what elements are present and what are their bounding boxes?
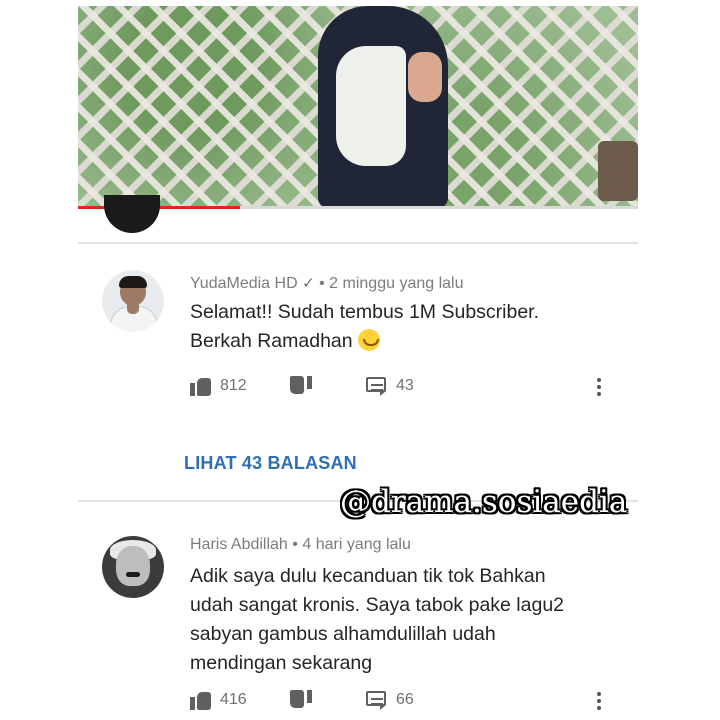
dislike-button[interactable] bbox=[290, 376, 312, 396]
person-clothing bbox=[336, 46, 406, 166]
comment-avatar-yudamedia[interactable] bbox=[102, 270, 164, 332]
channel-avatar[interactable] bbox=[104, 195, 160, 233]
meta-separator: • bbox=[319, 275, 325, 292]
reply-count: 43 bbox=[396, 377, 414, 394]
avatar-mouth bbox=[126, 572, 140, 577]
comment-meta: YudaMedia HD ✓ • 2 minggu yang lalu bbox=[190, 274, 463, 293]
person-hands bbox=[408, 52, 442, 102]
like-count: 416 bbox=[220, 691, 247, 708]
comment-time: 4 hari yang lalu bbox=[302, 536, 411, 553]
comment-text-line-with-emoji: Berkah Ramadhan bbox=[190, 327, 600, 356]
youtube-comments-screen: YudaMedia HD ✓ • 2 minggu yang lalu Sela… bbox=[78, 0, 638, 720]
dislike-button[interactable] bbox=[290, 690, 312, 710]
comment-author[interactable]: Haris Abdillah bbox=[190, 536, 288, 553]
comment-text-line: udah sangat kronis. Saya tabok pake lagu… bbox=[190, 594, 565, 616]
checkmark-icon: ✓ bbox=[302, 275, 315, 292]
comment-text-line: Selamat!! Sudah tembus 1M Subscriber. bbox=[190, 301, 540, 323]
thumbs-down-icon bbox=[290, 376, 312, 396]
comment-reply-icon bbox=[366, 376, 388, 396]
comment-author[interactable]: YudaMedia HD bbox=[190, 275, 298, 292]
video-progress-bar[interactable] bbox=[78, 206, 638, 209]
comment-text-line: Berkah Ramadhan bbox=[190, 330, 353, 352]
avatar-hands bbox=[127, 300, 139, 314]
thumbs-up-icon bbox=[190, 690, 212, 710]
view-replies-link[interactable]: LIHAT 43 BALASAN bbox=[184, 453, 357, 474]
reply-button[interactable]: 66 bbox=[366, 690, 414, 710]
comment-text: Adik saya dulu kecanduan tik tok Bahkan … bbox=[190, 562, 600, 678]
reply-count: 66 bbox=[396, 691, 414, 708]
like-button[interactable]: 812 bbox=[190, 376, 247, 396]
comment-reply-icon bbox=[366, 690, 388, 710]
flower-pot bbox=[598, 141, 638, 201]
thumbs-up-icon bbox=[190, 376, 212, 396]
comment-text: Selamat!! Sudah tembus 1M Subscriber. Be… bbox=[190, 298, 600, 356]
comment-actions: 416 66 bbox=[190, 690, 620, 714]
more-options-icon[interactable] bbox=[596, 690, 602, 712]
reply-button[interactable]: 43 bbox=[366, 376, 414, 396]
smiling-face-emoji-icon bbox=[357, 329, 380, 351]
meta-separator: • bbox=[292, 536, 298, 553]
comment-actions: 812 43 bbox=[190, 376, 620, 400]
comment-text-line: sabyan gambus alhamdulillah udah bbox=[190, 623, 496, 645]
avatar-face bbox=[116, 546, 150, 586]
avatar-hair bbox=[119, 276, 147, 288]
like-button[interactable]: 416 bbox=[190, 690, 247, 710]
like-count: 812 bbox=[220, 377, 247, 394]
thumbs-down-icon bbox=[290, 690, 312, 710]
divider bbox=[78, 242, 638, 244]
more-options-icon[interactable] bbox=[596, 376, 602, 398]
comment-text-line: Adik saya dulu kecanduan tik tok Bahkan bbox=[190, 565, 546, 587]
comment-meta: Haris Abdillah • 4 hari yang lalu bbox=[190, 536, 411, 554]
comment-time: 2 minggu yang lalu bbox=[329, 275, 464, 292]
watermark-text: @drama.sosiaedia bbox=[340, 484, 628, 520]
video-thumbnail[interactable] bbox=[78, 6, 638, 208]
comment-avatar-haris[interactable] bbox=[102, 536, 164, 598]
comment-text-line: mendingan sekarang bbox=[190, 652, 373, 674]
